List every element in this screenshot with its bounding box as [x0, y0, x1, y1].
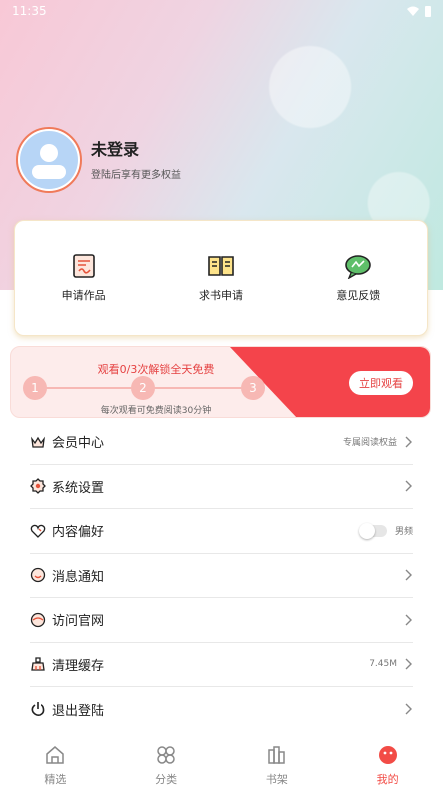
mine-icon: [378, 746, 397, 764]
quick-action-book-request[interactable]: 求书申请: [166, 253, 276, 303]
tab-label: 分类: [155, 773, 178, 786]
menu-item-label: 会员中心: [52, 436, 105, 452]
gear-icon: [30, 478, 46, 495]
tab-label: 我的: [376, 773, 399, 786]
menu-item-notifications[interactable]: 消息通知: [30, 554, 413, 598]
avatar[interactable]: [16, 127, 82, 193]
chevron-right-icon: [405, 614, 412, 626]
menu-item-label: 访问官网: [52, 614, 105, 630]
menu-item-label: 系统设置: [52, 480, 105, 496]
message-icon: [30, 568, 46, 583]
promo-title: 观看0/3次解锁全天免费: [97, 363, 215, 376]
menu-item-label: 内容偏好: [52, 525, 105, 541]
menu-item-content-preference[interactable]: 内容偏好 男频: [30, 509, 413, 554]
settings-menu: 会员中心 专属阅读权益 系统设置 内容偏好 男频 消息通知 访问官网 清理缓存 …: [30, 420, 413, 732]
promo-step: 1: [23, 376, 47, 400]
tab-label: 精选: [44, 773, 67, 786]
default-avatar-icon: [20, 131, 78, 189]
promo-note: 每次观看可免费阅读30分钟: [100, 406, 212, 416]
menu-item-value: 专属阅读权益: [342, 438, 397, 449]
quick-action-apply-works[interactable]: 申请作品: [29, 253, 139, 303]
login-benefits-text: 登陆后享有更多权益: [91, 170, 181, 181]
quick-action-label: 求书申请: [198, 289, 243, 302]
status-bar: 11:35: [0, 0, 443, 22]
quick-action-label: 意见反馈: [336, 289, 381, 302]
cache-size-value: 7.45M: [369, 659, 397, 670]
quick-action-feedback[interactable]: 意见反馈: [303, 253, 413, 303]
wifi-icon: [407, 6, 419, 16]
menu-item-logout[interactable]: 退出登陆: [30, 687, 413, 732]
tab-label: 书架: [265, 773, 288, 786]
feedback-icon: [345, 255, 372, 279]
promo-step: 3: [241, 376, 265, 400]
book-request-icon: [208, 256, 234, 276]
broom-icon: [31, 657, 45, 671]
chevron-right-icon: [405, 703, 412, 715]
watch-now-button[interactable]: 立即观看: [349, 371, 413, 395]
website-icon: [30, 612, 46, 627]
menu-item-value: 男频: [394, 527, 413, 538]
menu-item-label: 退出登陆: [52, 703, 105, 719]
tab-mine[interactable]: 我的: [332, 740, 443, 789]
menu-item-clear-cache[interactable]: 清理缓存 7.45M: [30, 643, 413, 687]
chevron-right-icon: [405, 658, 412, 670]
menu-item-label: 消息通知: [52, 569, 105, 585]
user-name[interactable]: 未登录: [91, 136, 139, 160]
bookshelf-icon: [268, 746, 285, 764]
chevron-right-icon: [405, 569, 412, 581]
menu-item-official-website[interactable]: 访问官网: [30, 598, 413, 643]
menu-item-system-settings[interactable]: 系统设置: [30, 465, 413, 509]
category-icon: [157, 746, 175, 764]
chevron-right-icon: [405, 480, 412, 492]
tab-category[interactable]: 分类: [111, 740, 222, 789]
promo-step: 2: [131, 376, 155, 400]
crown-icon: [31, 436, 45, 448]
bottom-tab-bar: 精选 分类 书架 我的: [0, 740, 443, 789]
power-icon: [31, 702, 45, 717]
menu-item-member-center[interactable]: 会员中心 专属阅读权益: [30, 420, 413, 465]
home-icon: [46, 746, 65, 764]
battery-icon: [425, 5, 431, 17]
quick-actions-card: 申请作品 求书申请 意见反馈: [14, 220, 428, 336]
tab-bookshelf[interactable]: 书架: [222, 740, 333, 789]
heart-icon: [30, 524, 46, 538]
tab-featured[interactable]: 精选: [0, 740, 111, 789]
apply-works-icon: [72, 254, 95, 278]
menu-item-label: 清理缓存: [52, 658, 105, 674]
free-reading-promo-banner: 观看0/3次解锁全天免费 1 2 3 每次观看可免费阅读30分钟 立即观看: [10, 346, 431, 418]
quick-action-label: 申请作品: [61, 289, 106, 302]
chevron-right-icon: [405, 436, 412, 448]
content-preference-toggle[interactable]: [358, 522, 387, 539]
status-time: 11:35: [12, 4, 47, 18]
